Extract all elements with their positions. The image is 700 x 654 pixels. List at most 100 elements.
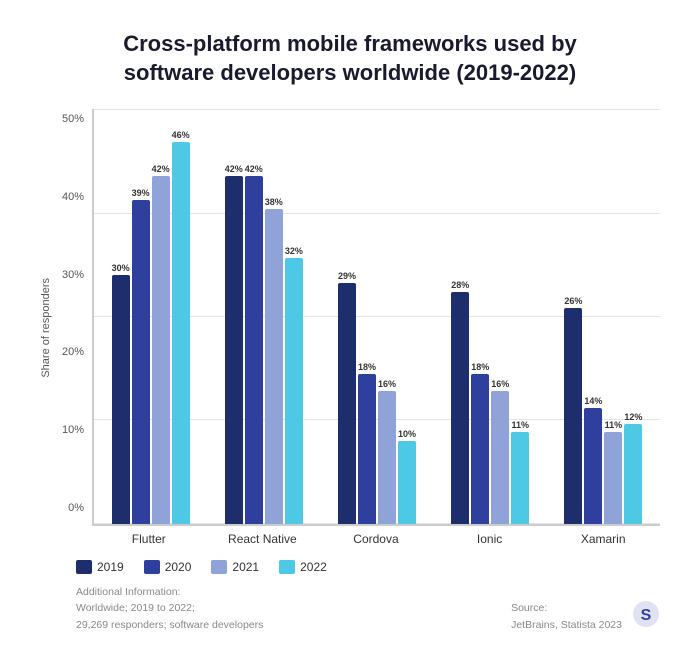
bar (265, 209, 283, 524)
bar (172, 142, 190, 523)
bar-group-react-native: 42%42% 38% 32% (207, 109, 320, 523)
bar (564, 308, 582, 523)
bar-wrap: 11% (511, 109, 529, 523)
bar-value-label: 39% (132, 188, 150, 198)
bar-wrap: 30% (112, 109, 130, 523)
bar-wrap: 16% (491, 109, 509, 523)
bar (245, 176, 263, 524)
legend-color-box (76, 560, 92, 574)
legend-item: 2019 (76, 560, 124, 574)
bar-wrap: 32% (285, 109, 303, 523)
bar-wrap: 42% (152, 109, 170, 523)
bar-value-label: 26% (564, 296, 582, 306)
bar (132, 200, 150, 523)
bar-value-label: 32% (285, 246, 303, 256)
bar-wrap: 12% (624, 109, 642, 523)
y-axis: 50% 40% 30% 20% 10% 0% (56, 109, 92, 545)
y-axis-label: 30% (62, 269, 84, 281)
x-axis-label: Cordova (319, 532, 433, 546)
chart-body: 30%39%42%46%42%42%38%32%29%18%16%10%28%1… (92, 109, 660, 545)
bar-wrap: 16% (378, 109, 396, 523)
bar-wrap: 42% (245, 109, 263, 523)
svg-text:S: S (641, 607, 652, 624)
legend-label: 2022 (300, 560, 327, 574)
bar (604, 432, 622, 523)
legend-label: 2019 (97, 560, 124, 574)
bar-value-label: 42% (245, 164, 263, 174)
bar-group-cordova: 29% 18%16% 10% (320, 109, 433, 523)
footer-left: Additional Information:Worldwide; 2019 t… (76, 584, 511, 634)
bar-wrap: 29% (338, 109, 356, 523)
bar-wrap: 38% (265, 109, 283, 523)
bar-value-label: 30% (112, 263, 130, 273)
bar (398, 441, 416, 524)
bar-group-flutter: 30% 39% 42% 46% (94, 109, 207, 523)
bar-value-label: 29% (338, 271, 356, 281)
bar-wrap: 39% (132, 109, 150, 523)
y-axis-label: 50% (62, 113, 84, 125)
bar (112, 275, 130, 524)
legend-item: 2020 (144, 560, 192, 574)
bar-value-label: 10% (398, 429, 416, 439)
y-axis-title: Share of responders (40, 278, 52, 378)
x-axis-label: Flutter (92, 532, 206, 546)
bar (338, 283, 356, 523)
bar-wrap: 46% (172, 109, 190, 523)
bar-group-ionic: 28% 18%16%11% (434, 109, 547, 523)
x-axis-label: Xamarin (546, 532, 660, 546)
legend-label: 2021 (232, 560, 259, 574)
bar (511, 432, 529, 523)
bar-wrap: 18% (471, 109, 489, 523)
bar (285, 258, 303, 523)
bars: 30% 39% 42% 46% (94, 109, 207, 523)
bar-value-label: 11% (511, 420, 529, 430)
y-axis-label: 0% (68, 502, 84, 514)
y-axis-label: 10% (62, 424, 84, 436)
x-axis-label: Ionic (433, 532, 547, 546)
legend-color-box (211, 560, 227, 574)
bar (584, 408, 602, 524)
bar (378, 391, 396, 524)
legend-item: 2022 (279, 560, 327, 574)
bar (624, 424, 642, 523)
legend-color-box (144, 560, 160, 574)
x-axis-label: React Native (206, 532, 320, 546)
statista-logo: S (632, 600, 660, 634)
chart-container: Cross-platform mobile frameworks used by… (0, 0, 700, 654)
x-labels: FlutterReact NativeCordovaIonicXamarin (92, 532, 660, 546)
bars: 42%42% 38% 32% (207, 109, 320, 523)
bars-container: 30%39%42%46%42%42%38%32%29%18%16%10%28%1… (92, 109, 660, 525)
bar (471, 374, 489, 523)
bars: 26% 14% 11%12% (547, 109, 660, 523)
bar-value-label: 12% (624, 412, 642, 422)
legend: 2019 2020 2021 2022 (76, 560, 660, 574)
bar-wrap: 18% (358, 109, 376, 523)
bar-value-label: 42% (152, 164, 170, 174)
bar-wrap: 10% (398, 109, 416, 523)
bar-value-label: 28% (451, 280, 469, 290)
chart-title: Cross-platform mobile frameworks used by… (40, 30, 660, 87)
bars: 28% 18%16%11% (434, 109, 547, 523)
bar-value-label: 38% (265, 197, 283, 207)
bar-wrap: 26% (564, 109, 582, 523)
bar-wrap: 11% (604, 109, 622, 523)
bar-group-xamarin: 26% 14% 11%12% (547, 109, 660, 523)
y-axis-label: 40% (62, 191, 84, 203)
bar-value-label: 18% (471, 362, 489, 372)
y-axis-label: 20% (62, 346, 84, 358)
legend-item: 2021 (211, 560, 259, 574)
footer: Additional Information:Worldwide; 2019 t… (76, 584, 660, 634)
legend-label: 2020 (165, 560, 192, 574)
bar-value-label: 42% (225, 164, 243, 174)
bar-value-label: 14% (584, 396, 602, 406)
bar-wrap: 28% (451, 109, 469, 523)
bar-value-label: 46% (172, 130, 190, 140)
bar-wrap: 14% (584, 109, 602, 523)
bar-value-label: 18% (358, 362, 376, 372)
bar-value-label: 11% (605, 420, 623, 430)
bar (491, 391, 509, 524)
bar-value-label: 16% (378, 379, 396, 389)
bar (358, 374, 376, 523)
legend-color-box (279, 560, 295, 574)
bar (152, 176, 170, 524)
